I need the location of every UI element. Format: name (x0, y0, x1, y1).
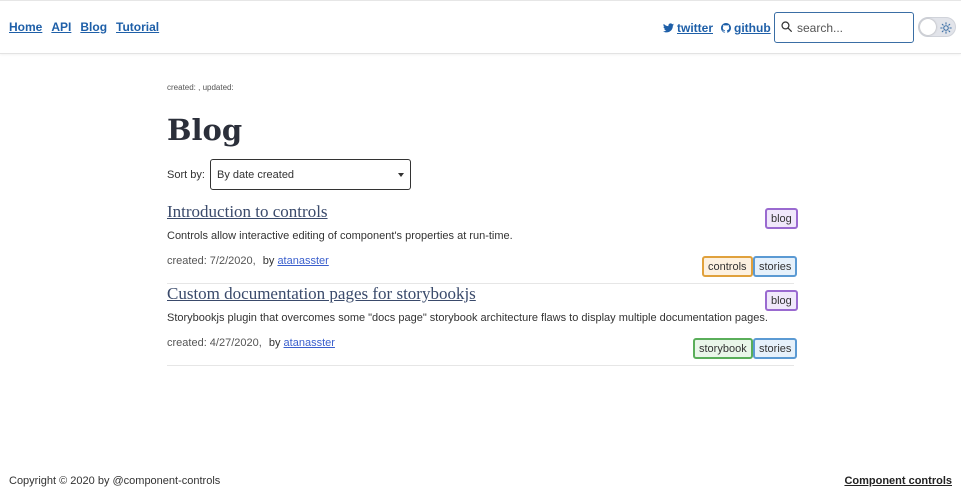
category-tag-blog[interactable]: blog (765, 208, 798, 229)
post-item: Custom documentation pages for storybook… (167, 284, 798, 366)
post-description: Controls allow interactive editing of co… (167, 230, 513, 242)
by-label: by (262, 255, 275, 267)
created-date: created: 7/2/2020, (167, 255, 256, 267)
post-created: created: 4/27/2020, by atanasster (167, 337, 335, 349)
nav-link-tutorial[interactable]: Tutorial (116, 20, 159, 34)
twitter-icon (663, 23, 674, 33)
github-icon (721, 23, 731, 33)
github-label: github (734, 21, 771, 35)
created-date: created: 4/27/2020, (167, 337, 262, 349)
twitter-label: twitter (677, 21, 713, 35)
github-link[interactable]: github (721, 21, 771, 35)
sort-select[interactable]: By date created (210, 159, 411, 190)
nav-link-blog[interactable]: Blog (80, 20, 107, 34)
category-tag-blog[interactable]: blog (765, 290, 798, 311)
post-item: Introduction to controls blog Controls a… (167, 202, 798, 284)
post-description: Storybookjs plugin that overcomes some "… (167, 312, 768, 324)
tag-storybook[interactable]: storybook (693, 338, 753, 359)
tag-controls[interactable]: controls (702, 256, 753, 277)
site-footer: Copyright © 2020 by @component-controls … (0, 464, 961, 500)
sort-label: Sort by: (167, 169, 205, 181)
theme-toggle[interactable] (918, 17, 956, 37)
main-nav: Home API Blog Tutorial (9, 20, 168, 34)
sort-select-value: By date created (217, 168, 295, 181)
chevron-down-icon (398, 173, 404, 177)
twitter-link[interactable]: twitter (663, 21, 713, 35)
nav-link-home[interactable]: Home (9, 20, 42, 34)
post-title-link[interactable]: Introduction to controls (167, 202, 328, 222)
brand-link[interactable]: Component controls (844, 475, 952, 487)
post-title-link[interactable]: Custom documentation pages for storybook… (167, 284, 476, 304)
page-meta: created: , updated: (167, 83, 234, 92)
nav-link-api[interactable]: API (51, 20, 71, 34)
search-input[interactable] (797, 20, 905, 35)
author-link[interactable]: atanasster (277, 255, 328, 267)
toggle-knob (920, 19, 936, 35)
site-header: Home API Blog Tutorial twitter github (0, 0, 961, 54)
tag-stories[interactable]: stories (753, 338, 798, 359)
author-link[interactable]: atanasster (284, 337, 335, 349)
search-box[interactable] (774, 12, 914, 43)
tag-stories[interactable]: stories (753, 256, 798, 277)
by-label: by (268, 337, 281, 349)
post-created: created: 7/2/2020, by atanasster (167, 255, 329, 267)
copyright-text: Copyright © 2020 by @component-controls (9, 475, 221, 487)
page-title: Blog (167, 113, 243, 147)
search-icon (781, 19, 792, 37)
sun-icon (940, 21, 952, 39)
